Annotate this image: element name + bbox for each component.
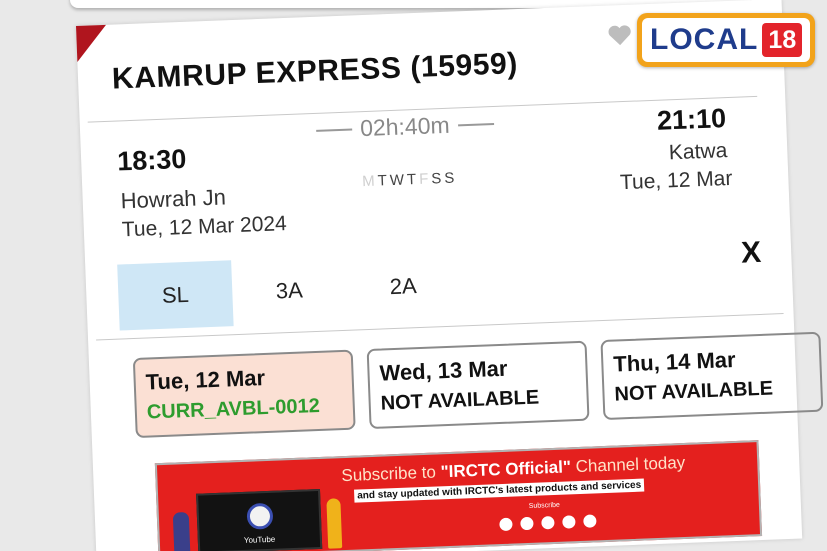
day-wed: W — [389, 171, 408, 190]
day-sun: S — [444, 169, 458, 187]
day-thu: T — [406, 170, 420, 189]
video-thumbnail[interactable]: YouTube — [196, 488, 323, 551]
social-icons — [499, 514, 597, 532]
availability-date: Tue, 12 Mar — [145, 365, 266, 395]
duration-text: 02h:40m — [359, 111, 451, 142]
duration-line-right — [457, 122, 494, 126]
duration-line-left — [316, 127, 353, 132]
linkedin-icon[interactable] — [583, 514, 597, 528]
banner-headline-pre: Subscribe to — [341, 462, 441, 486]
availability-status: NOT AVAILABLE — [380, 386, 540, 415]
close-icon[interactable]: X — [741, 236, 762, 271]
departure-date: Tue, 12 Mar 2024 — [121, 212, 288, 242]
day-sat: S — [430, 169, 445, 188]
logo-text: LOCAL — [650, 23, 759, 56]
facebook-icon[interactable] — [499, 517, 513, 532]
availability-status: CURR_AVBL-0012 — [146, 394, 321, 424]
banner-headline-post: Channel today — [570, 452, 686, 477]
heart-icon[interactable] — [606, 23, 633, 48]
departure-station: Howrah Jn — [120, 184, 227, 214]
instagram-icon[interactable] — [541, 516, 555, 530]
logo-inner: LOCAL 18 — [642, 18, 810, 62]
availability-date: Wed, 13 Mar — [379, 355, 508, 386]
local18-logo: LOCAL 18 — [637, 13, 815, 67]
banner-channel-name: "IRCTC Official" — [440, 457, 572, 482]
run-days: MTWTFSS — [362, 169, 458, 190]
logo-number: 18 — [762, 23, 803, 57]
departure-time: 18:30 — [116, 143, 187, 177]
day-tue: T — [377, 172, 391, 190]
tab-sl[interactable]: SL — [117, 260, 234, 331]
train-card: KAMRUP EXPRESS (15959) 18:30 Howrah Jn T… — [76, 0, 824, 551]
youtube-label: YouTube — [243, 534, 276, 545]
irctc-logo-icon — [246, 502, 274, 530]
arrival-station: Katwa — [668, 139, 728, 165]
class-tabs: SL 3A 2A — [117, 251, 461, 331]
availability-card-wed[interactable]: Wed, 13 Mar NOT AVAILABLE — [366, 340, 590, 430]
availability-card-tue[interactable]: Tue, 12 Mar CURR_AVBL-0012 — [132, 349, 356, 439]
arrival-time: 21:10 — [656, 103, 727, 136]
availability-status: NOT AVAILABLE — [614, 377, 774, 406]
train-title: KAMRUP EXPRESS (15959) — [111, 47, 519, 96]
person-figure-left — [172, 512, 191, 551]
subscribe-banner[interactable]: YouTube Subscribe to "IRCTC Official" Ch… — [154, 440, 763, 551]
twitter-icon[interactable] — [520, 516, 534, 531]
availability-card-thu[interactable]: Thu, 14 Mar NOT AVAILABLE — [600, 331, 824, 421]
tab-3a[interactable]: 3A — [231, 256, 347, 326]
day-mon: M — [361, 172, 379, 191]
youtube-icon[interactable] — [562, 515, 576, 529]
day-fri: F — [418, 170, 432, 188]
subscribe-button[interactable]: Subscribe — [529, 502, 560, 510]
tab-2a[interactable]: 2A — [345, 251, 461, 321]
availability-row: Tue, 12 Mar CURR_AVBL-0012 Wed, 13 Mar N… — [132, 331, 824, 439]
arrival-date: Tue, 12 Mar — [619, 166, 733, 195]
person-figure-right — [326, 498, 343, 549]
availability-date: Thu, 14 Mar — [612, 346, 737, 377]
corner-ribbon — [76, 24, 108, 62]
journey-duration: 02h:40m — [316, 110, 494, 144]
